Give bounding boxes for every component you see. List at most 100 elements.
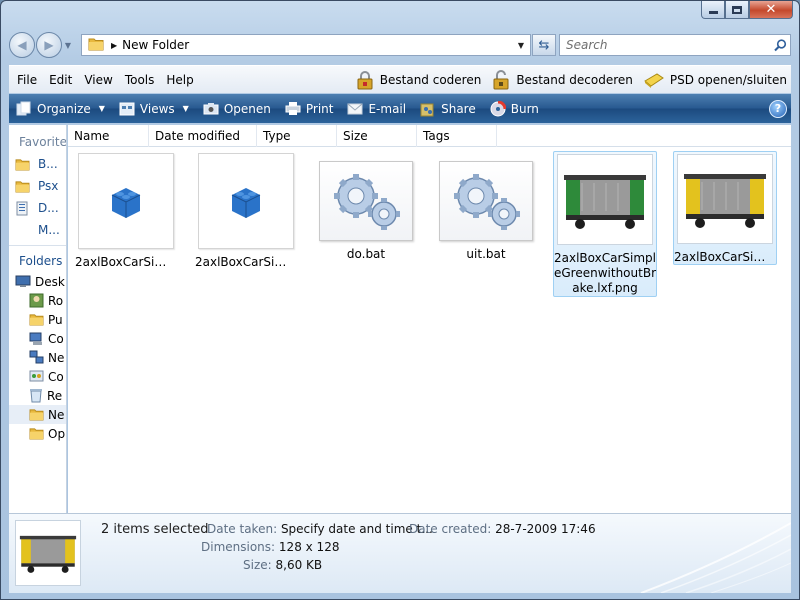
file-item[interactable]: 2axlBoxCarSimpl...	[194, 151, 298, 297]
folder-icon	[15, 180, 30, 193]
address-bar[interactable]: ▶ New Folder ▼	[81, 34, 531, 56]
pane-divider	[9, 245, 66, 246]
dimensions-label: Dimensions:	[201, 540, 276, 554]
tree-item-label: Desk	[35, 274, 65, 289]
file-name: do.bat	[346, 247, 386, 261]
printer-icon	[285, 101, 301, 116]
menu-view[interactable]: View	[78, 73, 118, 87]
file-item[interactable]: 2axlBoxCarSimpl...	[74, 151, 178, 297]
favorite-link-more[interactable]: M...	[9, 219, 66, 241]
psd-open-close-button[interactable]: PSD openen/sluiten	[643, 71, 787, 89]
address-dropdown-icon[interactable]: ▼	[512, 41, 530, 50]
refresh-button[interactable]: ⇆	[532, 34, 556, 56]
size-property: Size: 8,60 KB	[243, 558, 322, 572]
breadcrumb-current[interactable]: New Folder	[122, 38, 512, 52]
date-taken-label: Date taken:	[207, 522, 278, 536]
desktop-icon	[15, 275, 31, 288]
minimize-button[interactable]	[701, 1, 725, 19]
tree-item-label: Co	[48, 369, 64, 384]
share-button[interactable]: Share	[413, 101, 483, 117]
file-name: 2axlBoxCarSimpl...	[75, 255, 177, 269]
navigation-bar: ◀ ▶ ▼ ▶ New Folder ▼ ⇆ Search	[9, 29, 791, 61]
organize-icon	[16, 101, 32, 117]
share-label: Share	[441, 101, 476, 116]
menu-help[interactable]: Help	[160, 73, 199, 87]
lock-closed-icon	[355, 70, 375, 90]
open-icon	[203, 102, 219, 116]
folder-icon	[88, 37, 104, 54]
documents-icon	[15, 201, 30, 216]
search-icon[interactable]	[770, 38, 790, 52]
computer-icon	[29, 332, 44, 346]
tree-item-user[interactable]: Ro	[9, 291, 66, 310]
lego-brick-icon	[198, 153, 294, 249]
file-item[interactable]: 2axlBoxCarSimpl...	[673, 151, 777, 265]
encrypt-file-label: Bestand coderen	[379, 73, 482, 87]
column-header-tags[interactable]: Tags	[417, 125, 497, 147]
open-button[interactable]: Openen	[196, 102, 278, 116]
more-icon	[15, 223, 30, 238]
gears-icon	[439, 161, 533, 241]
size-label: Size:	[243, 558, 272, 572]
close-button[interactable]: ✕	[749, 1, 793, 19]
column-header-name[interactable]: Name	[68, 125, 149, 147]
favorite-link-b[interactable]: B...	[9, 153, 66, 175]
tree-item-computer[interactable]: Co	[9, 329, 66, 348]
column-header-type[interactable]: Type	[257, 125, 337, 147]
views-button[interactable]: Views ▼	[112, 102, 196, 116]
control-panel-icon	[29, 370, 44, 384]
folder-icon	[29, 427, 44, 440]
tree-item-desktop[interactable]: Desk	[9, 272, 66, 291]
search-input[interactable]: Search	[566, 38, 770, 52]
menu-tools[interactable]: Tools	[119, 73, 161, 87]
share-icon	[420, 101, 436, 117]
recycle-bin-icon	[29, 388, 43, 403]
selection-count: 2 items selected	[101, 522, 209, 537]
menu-edit[interactable]: Edit	[43, 73, 78, 87]
yellow-wagon-thumbnail	[677, 154, 773, 244]
file-item[interactable]: 2axlBoxCarSimpleGreenwithoutBrake.lxf.pn…	[553, 151, 657, 297]
tree-item-public[interactable]: Pu	[9, 310, 66, 329]
command-bar: Organize ▼ Views ▼ Openen Print E-mail S…	[9, 94, 791, 123]
column-header-size[interactable]: Size	[337, 125, 417, 147]
date-created-label: Date created:	[409, 522, 492, 536]
menu-file[interactable]: File	[9, 73, 43, 87]
burn-icon	[490, 100, 506, 117]
folders-heading[interactable]: Folders	[9, 250, 66, 272]
search-box[interactable]: Search	[559, 34, 791, 56]
help-button[interactable]: ?	[769, 99, 787, 118]
forward-button[interactable]: ▶	[36, 32, 62, 58]
back-button[interactable]: ◀	[9, 32, 35, 58]
breadcrumb-separator-icon[interactable]: ▶	[111, 41, 117, 50]
decorative-swoosh	[640, 522, 791, 593]
decrypt-file-button[interactable]: Bestand decoderen	[491, 70, 633, 90]
recent-pages-dropdown[interactable]: ▼	[63, 41, 73, 50]
file-name: uit.bat	[466, 247, 506, 261]
burn-button[interactable]: Burn	[483, 100, 546, 117]
refresh-icon: ⇆	[538, 37, 550, 53]
chevron-down-icon: ▼	[64, 40, 72, 50]
tree-item-new-folder[interactable]: Ne	[9, 405, 66, 424]
tree-item-op[interactable]: Op	[9, 424, 66, 443]
tree-item-recycle-bin[interactable]: Re	[9, 386, 66, 405]
file-item[interactable]: do.bat	[314, 151, 418, 297]
tree-item-network[interactable]: Ne	[9, 348, 66, 367]
menu-tools-group: Bestand coderen Bestand decoderen PSD op…	[345, 66, 787, 94]
file-name: 2axlBoxCarSimpl...	[195, 255, 297, 269]
organize-button[interactable]: Organize ▼	[9, 101, 112, 117]
favorite-link-documents[interactable]: D...	[9, 197, 66, 219]
favorite-link-psx[interactable]: Psx	[9, 175, 66, 197]
explorer-window: ✕ ◀ ▶ ▼ ▶ New Folder ▼ ⇆ Search File Edi…	[0, 0, 800, 600]
email-button[interactable]: E-mail	[340, 102, 413, 116]
maximize-button[interactable]	[725, 1, 749, 19]
tree-item-label: Op	[48, 426, 66, 441]
print-button[interactable]: Print	[278, 101, 341, 116]
minimize-icon	[708, 10, 718, 14]
file-item[interactable]: uit.bat	[434, 151, 538, 297]
tree-item-control-panel[interactable]: Co	[9, 367, 66, 386]
green-wagon-thumbnail	[557, 154, 653, 245]
favorite-link-label: M...	[38, 223, 60, 237]
tree-item-label: Co	[48, 331, 64, 346]
encrypt-file-button[interactable]: Bestand coderen	[355, 70, 482, 90]
column-header-date-modified[interactable]: Date modified	[149, 125, 257, 147]
